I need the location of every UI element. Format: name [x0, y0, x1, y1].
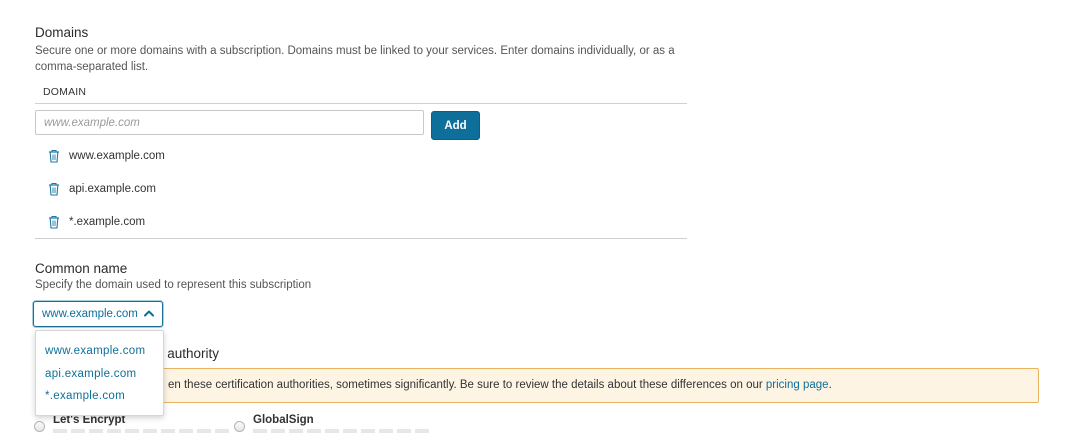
common-name-dropdown-menu: www.example.com api.example.com *.exampl…: [35, 330, 164, 416]
ca-option-globalsign-label: GlobalSign: [253, 414, 314, 426]
pricing-notice: en these certification authorities, some…: [35, 368, 1039, 403]
domain-list-item: *.example.com: [35, 206, 687, 239]
trash-icon[interactable]: [48, 215, 60, 229]
pricing-page-link[interactable]: pricing page: [766, 379, 829, 391]
domain-label: *.example.com: [69, 216, 146, 228]
radio-globalsign[interactable]: [234, 421, 245, 432]
trash-icon[interactable]: [48, 182, 60, 196]
ca-option-globalsign-description: [253, 429, 433, 433]
certification-authority-title: n authority: [156, 346, 220, 361]
domains-title: Domains: [35, 25, 89, 40]
common-name-description: Specify the domain used to represent thi…: [35, 279, 312, 291]
radio-lets-encrypt[interactable]: [34, 421, 45, 432]
dropdown-option-www[interactable]: www.example.com: [45, 345, 145, 357]
trash-icon[interactable]: [48, 149, 60, 163]
common-name-title: Common name: [35, 261, 128, 276]
notice-text: en these certification authorities, some…: [168, 379, 832, 391]
notice-body: en these certification authorities, some…: [168, 379, 766, 391]
common-name-select[interactable]: www.example.com: [33, 301, 163, 327]
domains-description: Secure one or more domains with a subscr…: [35, 45, 675, 73]
dropdown-option-api[interactable]: api.example.com: [45, 368, 136, 380]
notice-end: .: [828, 379, 832, 391]
ca-option-lets-encrypt-description: [53, 429, 233, 433]
domain-list-item: www.example.com: [35, 140, 687, 173]
domain-input[interactable]: [35, 110, 424, 135]
domain-label: www.example.com: [69, 150, 165, 162]
add-domain-button[interactable]: Add: [431, 111, 480, 140]
subscription-form: Domains Secure one or more domains with …: [0, 0, 1073, 433]
domain-label: api.example.com: [69, 183, 156, 195]
common-name-selected-value: www.example.com: [42, 308, 138, 320]
domain-column-header: DOMAIN: [35, 83, 687, 104]
domain-list: www.example.com api.example.com *.exampl…: [35, 140, 687, 239]
chevron-up-icon: [144, 310, 154, 317]
domain-list-item: api.example.com: [35, 173, 687, 206]
dropdown-option-wildcard[interactable]: *.example.com: [45, 390, 125, 402]
domain-column-label: DOMAIN: [43, 86, 87, 98]
